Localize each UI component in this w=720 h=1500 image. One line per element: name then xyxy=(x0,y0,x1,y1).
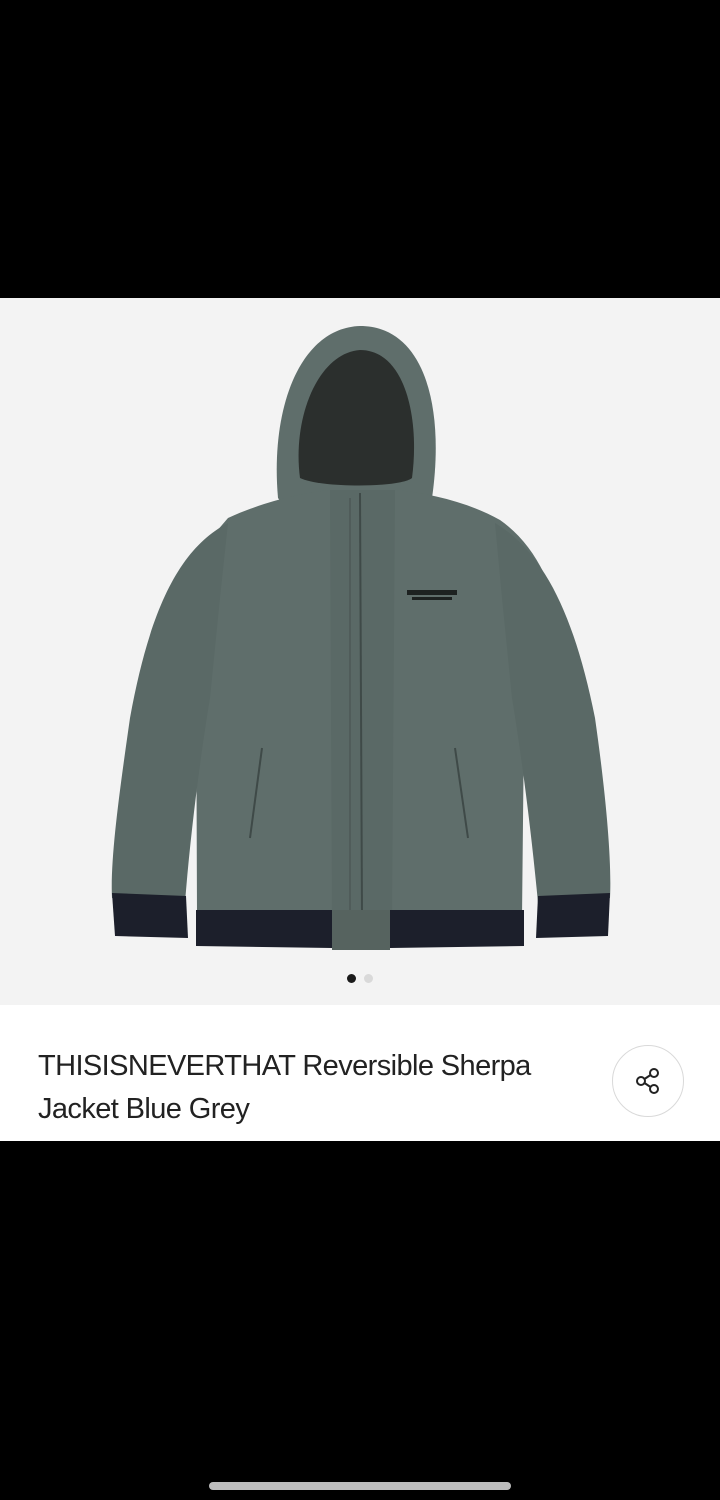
gallery-pagination xyxy=(0,974,720,983)
product-image-gallery[interactable] xyxy=(0,298,720,1005)
pagination-dot-active[interactable] xyxy=(347,974,356,983)
pagination-dot[interactable] xyxy=(364,974,373,983)
bottom-letterbox xyxy=(0,1141,720,1500)
top-letterbox xyxy=(0,0,720,298)
home-indicator[interactable] xyxy=(209,1482,511,1490)
product-info-panel: THISISNEVERTHAT Reversible Sherpa Jacket… xyxy=(0,1005,720,1141)
share-button[interactable] xyxy=(612,1045,684,1117)
share-icon xyxy=(636,1068,659,1094)
product-image[interactable] xyxy=(0,298,720,1005)
product-title: THISISNEVERTHAT Reversible Sherpa Jacket… xyxy=(38,1050,531,1125)
